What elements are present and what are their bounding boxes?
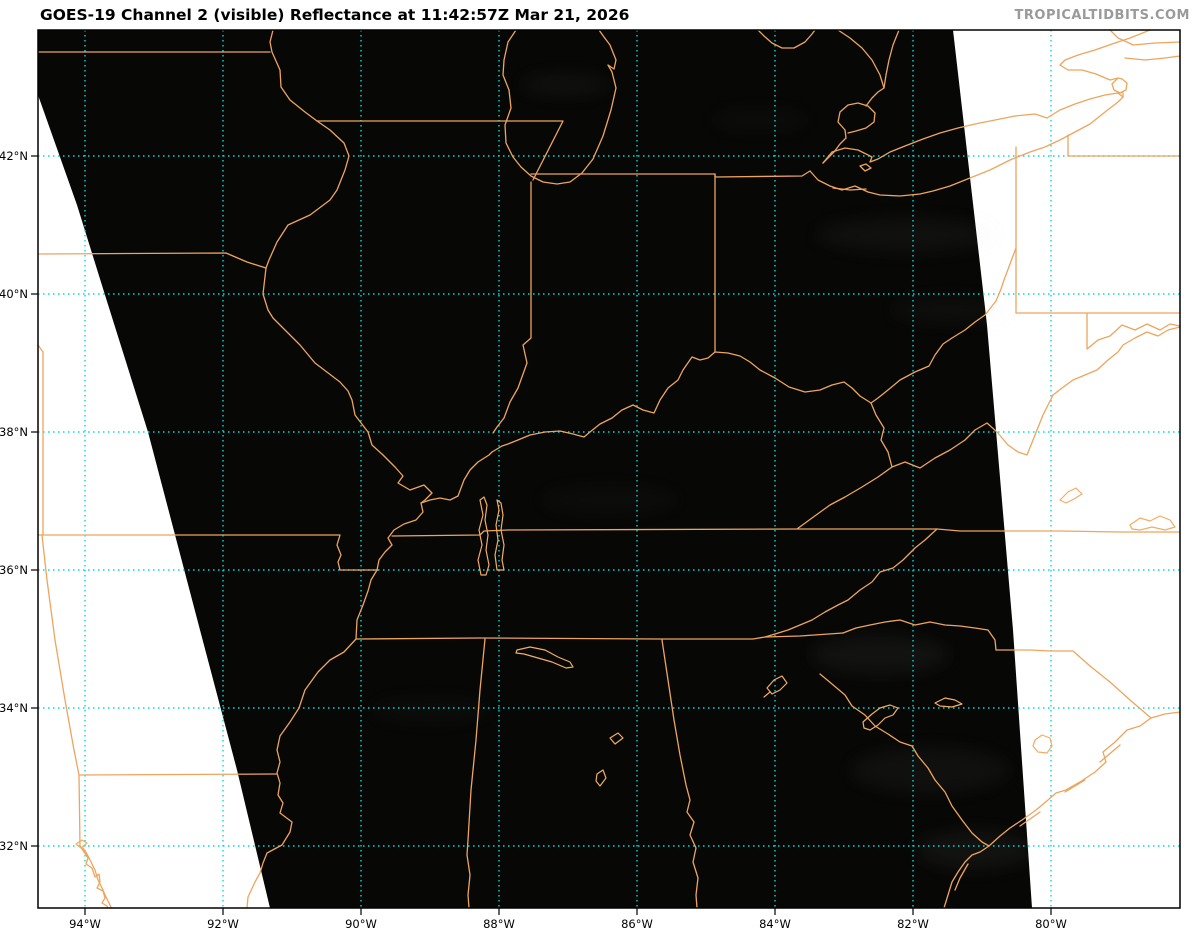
lat-tick-label: 34°N bbox=[0, 701, 28, 715]
lon-tick-label: 84°W bbox=[759, 917, 791, 929]
lon-tick-label: 86°W bbox=[621, 917, 653, 929]
satellite-image-page: GOES-19 Channel 2 (visible) Reflectance … bbox=[0, 0, 1200, 929]
lon-tick-label: 80°W bbox=[1035, 917, 1067, 929]
lon-tick-label: 90°W bbox=[345, 917, 377, 929]
lon-tick-label: 94°W bbox=[69, 917, 101, 929]
lat-tick-label: 32°N bbox=[0, 839, 28, 853]
satellite-map: 42°N 40°N 38°N 36°N 34°N 32°N 94°W 92°W 90°W 88°W… bbox=[0, 29, 1181, 929]
lat-tick-label: 36°N bbox=[0, 563, 28, 577]
lon-tick-label: 88°W bbox=[483, 917, 515, 929]
lat-tick-label: 40°N bbox=[0, 287, 28, 301]
lat-tick-label: 38°N bbox=[0, 425, 28, 439]
lat-tick-label: 42°N bbox=[0, 149, 28, 163]
lon-tick-label: 82°W bbox=[897, 917, 929, 929]
lon-tick-label: 92°W bbox=[207, 917, 239, 929]
